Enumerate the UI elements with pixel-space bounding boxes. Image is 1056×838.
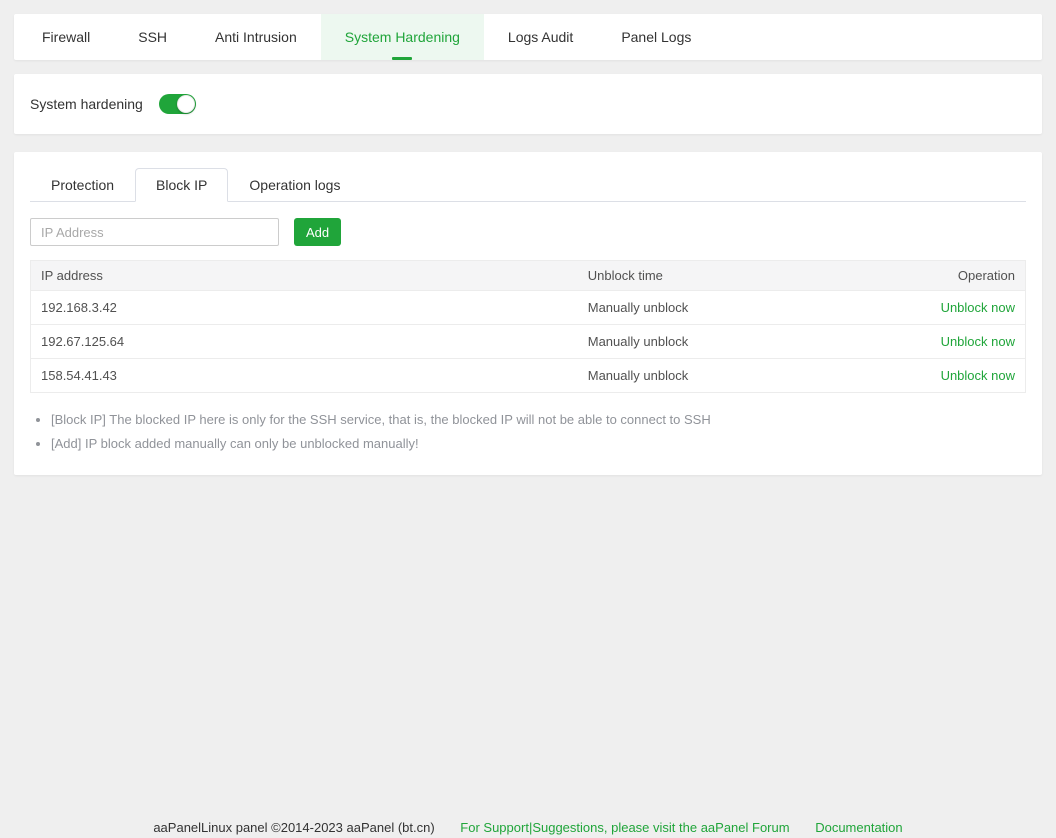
- cell-unblock-time: Manually unblock: [578, 291, 877, 325]
- table-row: 192.67.125.64 Manually unblock Unblock n…: [31, 325, 1026, 359]
- cell-unblock-time: Manually unblock: [578, 325, 877, 359]
- system-hardening-card: System hardening: [14, 74, 1042, 134]
- column-header-ip: IP address: [31, 261, 578, 291]
- unblock-now-link[interactable]: Unblock now: [941, 368, 1015, 383]
- unblock-now-link[interactable]: Unblock now: [941, 334, 1015, 349]
- footer-docs-link[interactable]: Documentation: [815, 820, 902, 835]
- tab-firewall[interactable]: Firewall: [18, 14, 114, 60]
- cell-ip: 192.168.3.42: [31, 291, 578, 325]
- toggle-knob: [177, 95, 195, 113]
- tab-anti-intrusion[interactable]: Anti Intrusion: [191, 14, 321, 60]
- main-tab-bar: Firewall SSH Anti Intrusion System Harde…: [14, 14, 1042, 60]
- column-header-unblock-time: Unblock time: [578, 261, 877, 291]
- tab-firewall-label: Firewall: [42, 29, 90, 45]
- tab-anti-intrusion-label: Anti Intrusion: [215, 29, 297, 45]
- page-footer: aaPanelLinux panel ©2014-2023 aaPanel (b…: [0, 820, 1056, 835]
- unblock-now-link[interactable]: Unblock now: [941, 300, 1015, 315]
- cell-unblock-time: Manually unblock: [578, 359, 877, 393]
- system-hardening-label: System hardening: [30, 96, 143, 112]
- tab-logs-audit-label: Logs Audit: [508, 29, 573, 45]
- help-notes: [Block IP] The blocked IP here is only f…: [30, 411, 1026, 452]
- column-header-operation: Operation: [876, 261, 1025, 291]
- block-ip-tab-bar: Protection Block IP Operation logs: [30, 168, 1026, 202]
- tab-system-hardening[interactable]: System Hardening: [321, 14, 484, 60]
- ip-address-input[interactable]: [30, 218, 279, 246]
- blocked-ip-table: IP address Unblock time Operation 192.16…: [30, 260, 1026, 393]
- note-add: [Add] IP block added manually can only b…: [51, 435, 1026, 452]
- cell-ip: 158.54.41.43: [31, 359, 578, 393]
- table-header-row: IP address Unblock time Operation: [31, 261, 1026, 291]
- footer-support-link[interactable]: For Support|Suggestions, please visit th…: [460, 820, 789, 835]
- tab-protection[interactable]: Protection: [30, 168, 135, 202]
- tab-protection-label: Protection: [51, 177, 114, 193]
- tab-logs-audit[interactable]: Logs Audit: [484, 14, 597, 60]
- active-tab-indicator: [392, 57, 412, 60]
- system-hardening-toggle[interactable]: [159, 94, 196, 114]
- table-row: 158.54.41.43 Manually unblock Unblock no…: [31, 359, 1026, 393]
- table-row: 192.168.3.42 Manually unblock Unblock no…: [31, 291, 1026, 325]
- tab-panel-logs-label: Panel Logs: [621, 29, 691, 45]
- note-block-ip: [Block IP] The blocked IP here is only f…: [51, 411, 1026, 428]
- tab-panel-logs[interactable]: Panel Logs: [597, 14, 715, 60]
- tab-operation-logs[interactable]: Operation logs: [228, 168, 361, 202]
- add-ip-form: Add: [30, 218, 1026, 246]
- tab-block-ip-label: Block IP: [156, 177, 207, 193]
- tab-ssh-label: SSH: [138, 29, 167, 45]
- tab-operation-logs-label: Operation logs: [249, 177, 340, 193]
- tab-system-hardening-label: System Hardening: [345, 29, 460, 45]
- tab-block-ip[interactable]: Block IP: [135, 168, 228, 202]
- footer-copyright: aaPanelLinux panel ©2014-2023 aaPanel (b…: [153, 820, 434, 835]
- cell-ip: 192.67.125.64: [31, 325, 578, 359]
- tab-ssh[interactable]: SSH: [114, 14, 191, 60]
- block-ip-card: Protection Block IP Operation logs Add I…: [14, 152, 1042, 475]
- add-button[interactable]: Add: [294, 218, 341, 246]
